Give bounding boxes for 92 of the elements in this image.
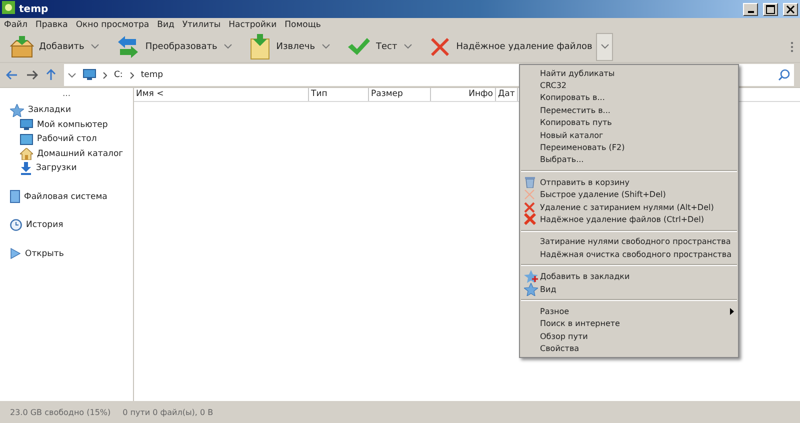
sidebar-item[interactable]: История	[0, 218, 133, 232]
menu-item[interactable]: Окно просмотра	[76, 20, 150, 30]
up-arrow-icon[interactable]	[46, 69, 56, 81]
chevron-icon	[103, 72, 107, 78]
path-segment[interactable]: C:	[114, 70, 123, 80]
search-icon[interactable]	[778, 69, 790, 81]
caret-icon	[224, 44, 232, 49]
menu-item[interactable]: Добавить в закладки	[520, 270, 738, 283]
menu-item[interactable]: Свойства	[520, 342, 738, 355]
column-header[interactable]: Тип	[309, 88, 369, 101]
drive-icon	[10, 190, 20, 204]
monitor-icon	[20, 118, 33, 131]
sidebar-item[interactable]: Рабочий стол	[0, 132, 133, 146]
menu-item[interactable]: Правка	[35, 20, 68, 30]
sidebar-item[interactable]: Открыть	[0, 246, 133, 261]
menu-item[interactable]: Отправить в корзину	[520, 176, 738, 189]
menu-item[interactable]: Переименовать (F2)	[520, 141, 738, 154]
checkmark-icon	[347, 36, 372, 56]
more-icon[interactable]	[791, 42, 794, 52]
menu-item[interactable]: Утилиты	[182, 20, 221, 30]
star-icon	[524, 282, 538, 296]
menu-item[interactable]: Копировать в...	[520, 92, 738, 104]
menu-item[interactable]: Помощь	[284, 20, 321, 30]
submenu-arrow-icon	[730, 308, 734, 316]
menu-item[interactable]: Настройки	[228, 20, 277, 30]
more-label[interactable]: ...	[62, 89, 71, 99]
house-icon	[20, 148, 33, 160]
menu-item[interactable]: Новый каталог	[520, 128, 738, 142]
menu-item[interactable]: Надёжное удаление файлов (Ctrl+Del)	[520, 213, 738, 226]
box-icon	[10, 36, 34, 58]
toolbar-button[interactable]: Добавить	[6, 32, 88, 60]
download-icon	[20, 162, 32, 175]
menu-item[interactable]: Файл	[4, 20, 28, 30]
desktop-icon	[20, 134, 33, 145]
sidebar-item[interactable]: Файловая система	[0, 190, 133, 204]
maximize-button[interactable]	[763, 2, 778, 16]
column-header[interactable]: Дат	[496, 88, 518, 101]
caret-icon	[322, 44, 330, 49]
monitor-icon	[83, 69, 96, 81]
menu-item[interactable]: Выбрать...	[520, 154, 738, 166]
menu-item[interactable]: Переместить в...	[520, 104, 738, 117]
close-button[interactable]	[783, 2, 798, 16]
minimize-button[interactable]	[743, 2, 758, 16]
star-icon	[10, 104, 24, 117]
star-plus-icon	[524, 270, 538, 284]
maximize-icon	[766, 4, 775, 14]
status-text: 0 пути 0 файл(ы), 0 B	[122, 408, 214, 416]
sidebar-item[interactable]: Мой компьютер	[0, 118, 133, 132]
toolbar-button[interactable]: Преобразовать	[112, 32, 222, 60]
chevron-icon	[130, 72, 134, 78]
menu-item[interactable]: Копировать путь	[520, 116, 738, 129]
caret-icon	[68, 72, 76, 78]
menu-item[interactable]: Быстрое удаление (Shift+Del)	[520, 188, 738, 201]
menu-item[interactable]: Вид	[157, 20, 174, 30]
sidebar-item[interactable]: Загрузки	[0, 161, 133, 176]
arrows-icon	[116, 34, 140, 58]
cross-icon	[524, 213, 536, 226]
caret-icon	[404, 44, 412, 49]
menu-item[interactable]: Поиск в интернете	[520, 318, 738, 330]
menu-item[interactable]: Вид	[520, 282, 738, 296]
column-header[interactable]: Размер	[369, 88, 431, 101]
menu-item[interactable]: Затирание нулями свободного пространства	[520, 236, 738, 248]
toolbar-button[interactable]: Извлечь	[245, 32, 320, 60]
cross-icon	[429, 36, 452, 58]
cross-icon	[524, 189, 535, 200]
column-header[interactable]: Инфо	[431, 88, 496, 101]
folder-arrow-icon	[249, 34, 272, 60]
menu-item[interactable]: Удаление с затиранием нулями (Alt+Del)	[520, 200, 738, 214]
play-icon	[10, 248, 21, 260]
back-arrow-icon[interactable]	[6, 70, 18, 80]
caret-icon	[91, 44, 100, 49]
app-logo-icon	[2, 1, 15, 14]
sidebar-item[interactable]: Закладки	[0, 103, 133, 118]
caret-icon	[600, 44, 609, 49]
recycle-bin-icon	[524, 176, 536, 188]
path-segment[interactable]: temp	[140, 70, 164, 80]
forward-arrow-icon[interactable]	[26, 70, 38, 80]
toolbar-button[interactable]: Надёжное удаление файлов	[425, 32, 596, 60]
menu-item[interactable]: Разное	[520, 305, 738, 318]
sidebar-item[interactable]: Домашний каталог	[0, 146, 133, 161]
toolbar-button[interactable]: Тест	[343, 32, 402, 60]
minimize-icon	[748, 10, 754, 12]
menu-item[interactable]: Найти дубликаты	[520, 67, 738, 80]
close-icon	[786, 4, 795, 14]
menu-item[interactable]: Надёжная очистка свободного пространства	[520, 248, 738, 260]
cross-icon	[524, 202, 535, 213]
dropdown-button[interactable]	[596, 32, 614, 60]
status-text: 23.0 GB свободно (15%)	[10, 408, 111, 416]
column-header[interactable]: Имя <	[134, 88, 309, 101]
menu-item[interactable]: Обзор пути	[520, 330, 738, 342]
clock-icon	[10, 219, 22, 232]
window-title: temp	[19, 4, 48, 14]
